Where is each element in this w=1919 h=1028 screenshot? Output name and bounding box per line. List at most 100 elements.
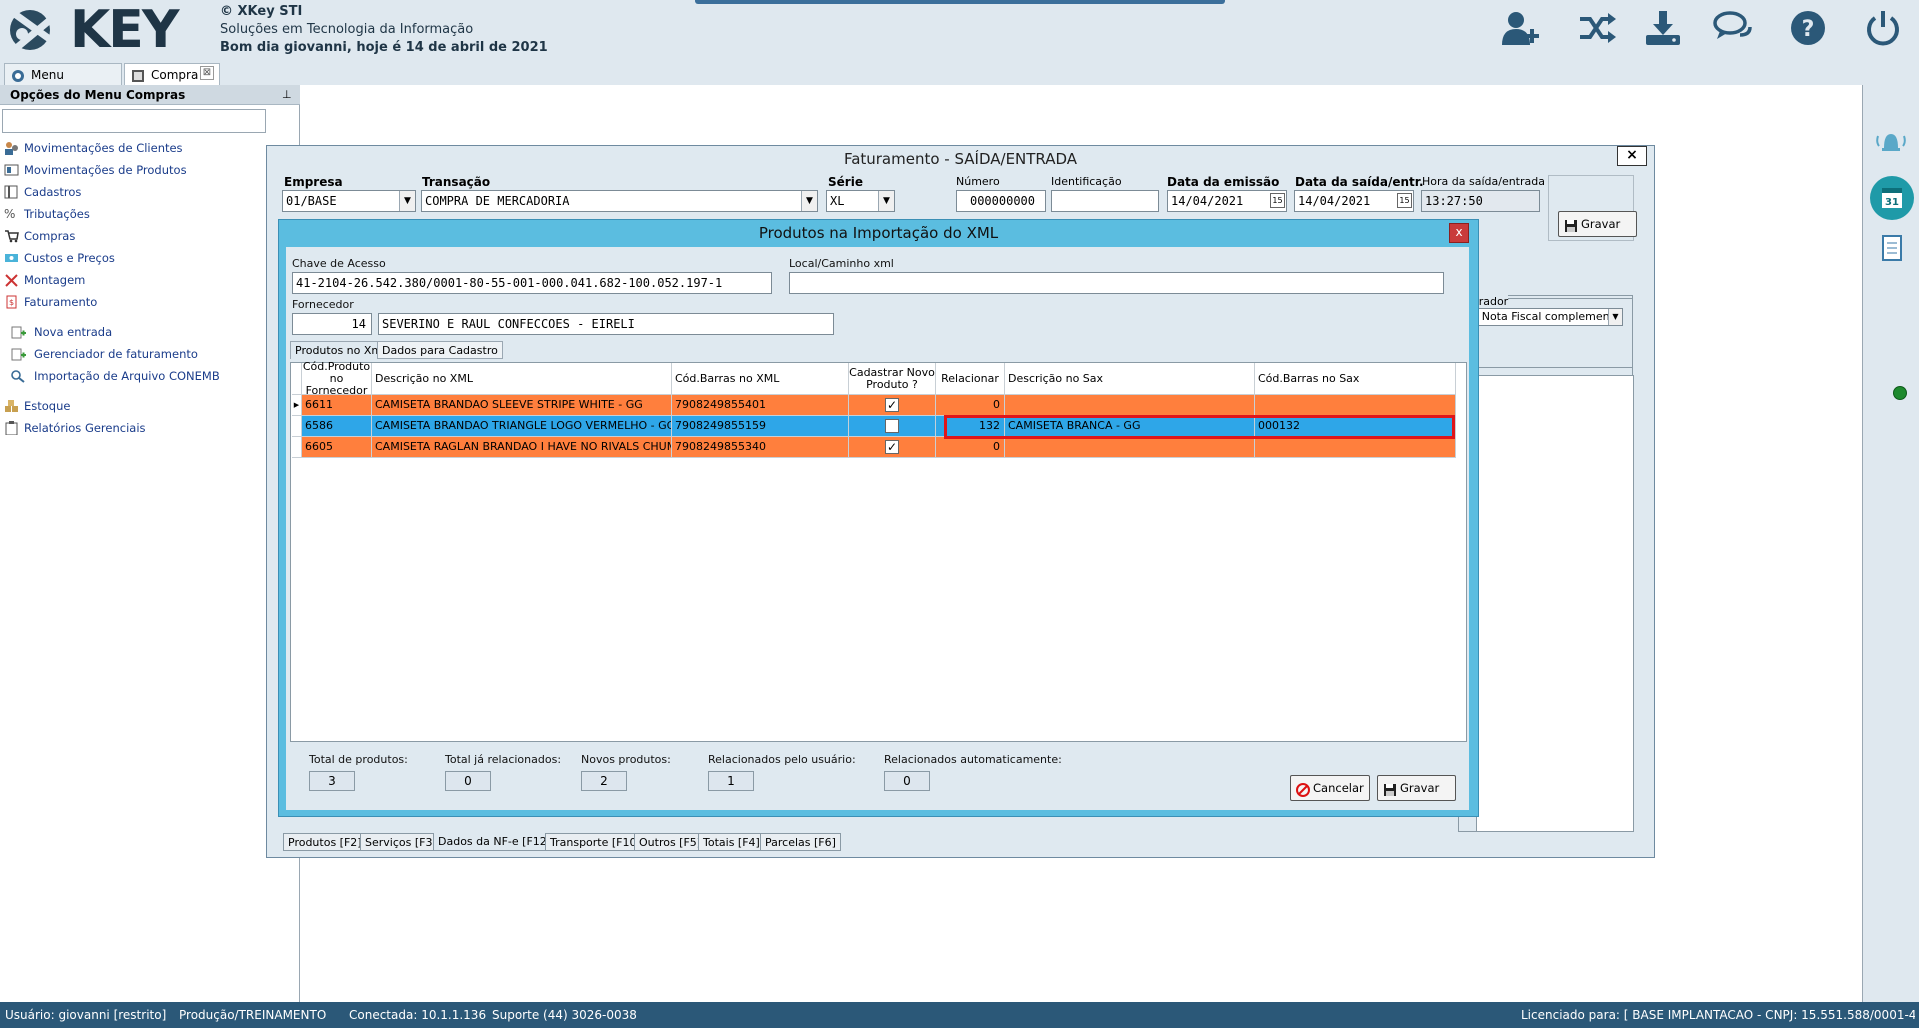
pin-icon[interactable]: ⊥ [282, 88, 294, 102]
fornecedor-code-input[interactable]: 14 [292, 313, 372, 335]
xml-close-button[interactable]: x [1449, 223, 1469, 243]
xml-gravar-button[interactable]: Gravar [1377, 775, 1456, 801]
chave-label: Chave de Acesso [292, 257, 386, 270]
row-indicator [292, 416, 302, 437]
cell-cod[interactable]: 6605 [302, 437, 372, 458]
tab-produtos[interactable]: Produtos [F2] [283, 833, 367, 851]
menu-item-movimentacoes-clientes[interactable]: Movimentações de Clientes [4, 138, 294, 158]
cell-cadastrar[interactable]: ✓ [849, 437, 936, 458]
numero-input[interactable]: 000000000 [956, 190, 1046, 212]
comprador-select[interactable]: o, Nota Fiscal complementar ▼ [1465, 308, 1623, 326]
identificacao-label: Identificação [1051, 175, 1122, 188]
col-descricao-sax[interactable]: Descrição no Sax [1005, 363, 1255, 395]
chevron-down-icon: ▼ [878, 191, 894, 211]
menu-item-montagem[interactable]: Montagem [4, 270, 294, 290]
fornecedor-name-input[interactable]: SEVERINO E RAUL CONFECCOES - EIRELI [378, 313, 834, 335]
chat-icon[interactable] [1710, 8, 1756, 48]
cell-desc[interactable]: CAMISETA RAGLAN BRANDAO I HAVE NO RIVALS… [372, 437, 672, 458]
notification-bell-icon[interactable] [1874, 124, 1908, 158]
cell-barras[interactable]: 7908249855401 [672, 395, 849, 416]
col-barras-xml[interactable]: Cód.Barras no XML [672, 363, 849, 395]
data-emissao-input[interactable]: 14/04/2021 15 [1167, 190, 1287, 212]
col-cadastrar[interactable]: Cadastrar Novo Produto ? [849, 363, 936, 395]
cell-desc-sax[interactable] [1005, 395, 1255, 416]
notebook-icon[interactable] [1880, 234, 1904, 262]
chave-input[interactable]: 41-2104-26.542.380/0001-80-55-001-000.04… [292, 272, 772, 294]
calendar-picker-icon[interactable]: 15 [1397, 193, 1412, 208]
empresa-select[interactable]: 01/BASE ▼ [282, 190, 416, 212]
shuffle-icon[interactable] [1574, 8, 1620, 48]
download-icon[interactable] [1640, 8, 1686, 48]
menu-item-cadastros[interactable]: Cadastros [4, 182, 294, 202]
cell-barras[interactable]: 7908249855159 [672, 416, 849, 437]
table-row[interactable]: 6605 CAMISETA RAGLAN BRANDAO I HAVE NO R… [292, 437, 1456, 458]
cell-barras-sax[interactable] [1255, 437, 1456, 458]
faturamento-title: Faturamento - SAÍDA/ENTRADA [267, 146, 1654, 172]
tab-totais[interactable]: Totais [F4] [698, 833, 765, 851]
cancelar-button[interactable]: Cancelar [1290, 775, 1370, 801]
table-row[interactable]: ▶ 6611 CAMISETA BRANDAO SLEEVE STRIPE WH… [292, 395, 1456, 416]
cell-barras-sax[interactable] [1255, 395, 1456, 416]
power-icon[interactable] [1860, 8, 1906, 48]
checkbox-unchecked[interactable] [885, 419, 899, 433]
add-user-icon[interactable] [1498, 8, 1544, 48]
right-side-strip [1862, 85, 1919, 1002]
menu-item-tributacoes[interactable]: % Tributações [4, 204, 294, 224]
menu-item-compras[interactable]: Compras [4, 226, 294, 246]
cell-desc[interactable]: CAMISETA BRANDAO TRIANGLE LOGO VERMELHO … [372, 416, 672, 437]
brand-tagline: Soluções em Tecnologia da Informação [220, 22, 474, 37]
total-produtos-value: 3 [309, 771, 355, 791]
col-cod-produto[interactable]: Cód.Produto no Fornecedor [302, 360, 372, 396]
menu-item-custos-precos[interactable]: Custos e Preços [4, 248, 294, 268]
col-relacionar[interactable]: Relacionar [936, 363, 1005, 395]
col-descricao-xml[interactable]: Descrição no XML [372, 363, 672, 395]
status-ambiente: Produção/TREINAMENTO [179, 1008, 327, 1022]
tab-outros[interactable]: Outros [F5] [634, 833, 707, 851]
cell-cadastrar[interactable]: ✓ [849, 395, 936, 416]
col-barras-sax[interactable]: Cód.Barras no Sax [1255, 363, 1456, 395]
local-input[interactable] [789, 272, 1444, 294]
tab-dados-para-cadastro[interactable]: Dados para Cadastro [377, 341, 503, 359]
cell-relacionar[interactable]: 0 [936, 395, 1005, 416]
row-indicator [292, 437, 302, 458]
brand-company: © XKey STI [220, 4, 303, 19]
faturamento-close-button[interactable]: × [1617, 146, 1647, 166]
cell-cod[interactable]: 6611 [302, 395, 372, 416]
tab-dados-nfe[interactable]: Dados da NF-e [F12] [433, 833, 557, 851]
calendar-picker-icon[interactable]: 15 [1270, 193, 1285, 208]
submenu-importacao-conemb[interactable]: Importação de Arquivo CONEMB [10, 366, 290, 386]
calendar-icon[interactable]: 31 [1870, 176, 1914, 220]
tab-parcelas[interactable]: Parcelas [F6] [760, 833, 841, 851]
products-icon [4, 163, 19, 177]
tab-transporte[interactable]: Transporte [F10] [545, 833, 646, 851]
cell-cod[interactable]: 6586 [302, 416, 372, 437]
cell-desc-sax[interactable] [1005, 437, 1255, 458]
cell-relacionar[interactable]: 0 [936, 437, 1005, 458]
menu-item-relatorios[interactable]: Relatórios Gerenciais [4, 418, 294, 438]
cell-cadastrar[interactable] [849, 416, 936, 437]
submenu-nova-entrada[interactable]: Nova entrada [10, 322, 290, 342]
checkbox-checked[interactable]: ✓ [885, 440, 899, 454]
identificacao-input[interactable] [1051, 190, 1159, 212]
checkbox-checked[interactable]: ✓ [885, 398, 899, 412]
serie-label: Série [828, 175, 863, 189]
cell-barras[interactable]: 7908249855340 [672, 437, 849, 458]
help-icon[interactable]: ? [1785, 8, 1831, 48]
menu-item-faturamento[interactable]: $ Faturamento [4, 292, 294, 312]
tab-servicos[interactable]: Serviços [F3] [360, 833, 442, 851]
close-tab-icon[interactable]: ⊠ [200, 66, 214, 80]
novos-produtos-label: Novos produtos: [581, 753, 671, 766]
transacao-select[interactable]: COMPRA DE MERCADORIA ▼ [421, 190, 818, 212]
menu-item-movimentacoes-produtos[interactable]: Movimentações de Produtos [4, 160, 294, 180]
tab-menu-principal[interactable]: Menu Principal [4, 63, 122, 104]
tab-produtos-no-xml[interactable]: Produtos no Xml [290, 341, 391, 359]
menu-search-input[interactable] [2, 109, 266, 133]
data-saida-input[interactable]: 14/04/2021 15 [1294, 190, 1414, 212]
money-icon [4, 251, 19, 265]
submenu-gerenciador-faturamento[interactable]: Gerenciador de faturamento [10, 344, 290, 364]
menu-item-estoque[interactable]: Estoque [4, 396, 294, 416]
cell-desc[interactable]: CAMISETA BRANDAO SLEEVE STRIPE WHITE - G… [372, 395, 672, 416]
serie-select[interactable]: XL ▼ [826, 190, 895, 212]
menu-item-label: Movimentações de Produtos [24, 163, 187, 177]
faturamento-gravar-button[interactable]: Gravar [1558, 211, 1637, 237]
